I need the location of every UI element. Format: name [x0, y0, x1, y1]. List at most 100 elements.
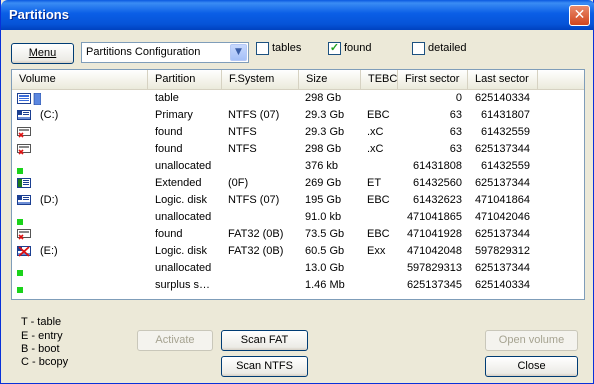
- menu-button[interactable]: Menu: [11, 43, 74, 64]
- column-header-size[interactable]: Size: [299, 70, 361, 89]
- table-row[interactable]: (E:) Logic. disk FAT32 (0B) 60.5 Gb Exx 47104…: [12, 243, 584, 260]
- table-row[interactable]: Extended (0F) 269 Gb ET 61432560 625137344: [12, 175, 584, 192]
- legend-item: B - boot: [21, 343, 60, 355]
- cell-first: 597829313: [406, 262, 462, 274]
- cell-first: 63: [449, 109, 462, 121]
- cell-size: 91.0 kb: [305, 211, 342, 223]
- unallocated-icon: [17, 284, 30, 294]
- found-partition-icon: [17, 144, 31, 155]
- close-window-button[interactable]: ✕: [569, 5, 590, 26]
- table-row[interactable]: unallocated 376 kb 61431808 61432559: [12, 158, 584, 175]
- column-header-first-sector[interactable]: First sector: [398, 70, 468, 89]
- legend-item: E - entry: [21, 330, 63, 342]
- cell-fs: NTFS (07): [228, 194, 280, 206]
- drive-icon: [17, 195, 31, 205]
- configuration-value: Partitions Configuration: [86, 46, 201, 58]
- cell-fs: FAT32 (0B): [228, 228, 284, 240]
- cell-partition: found: [155, 228, 183, 240]
- cell-partition: unallocated: [155, 262, 212, 274]
- table-row[interactable]: table 298 Gb 0 625140334: [12, 90, 584, 107]
- table-row[interactable]: (D:) Logic. disk NTFS (07) 195 Gb EBC 6143262…: [12, 192, 584, 209]
- cell-first: 61432623: [413, 194, 462, 206]
- cell-first: 0: [455, 92, 462, 104]
- column-header-last-sector[interactable]: Last sector: [468, 70, 538, 89]
- cell-tebc: ET: [367, 177, 382, 189]
- chevron-down-icon[interactable]: ▼: [230, 44, 247, 61]
- cell-last: 597829312: [474, 245, 530, 257]
- cell-partition: unallocated: [155, 160, 212, 172]
- cell-size: 376 kb: [305, 160, 339, 172]
- column-header-tebc[interactable]: TEBC: [361, 70, 398, 89]
- cell-partition: unallocated: [155, 211, 212, 223]
- table-row[interactable]: surplus s… 1.46 Mb 625137345 625140334: [12, 277, 584, 294]
- cell-size: 1.46 Mb: [305, 279, 345, 291]
- table-row[interactable]: found FAT32 (0B) 73.5 Gb EBC 471041928 625137…: [12, 226, 584, 243]
- cell-size: 13.0 Gb: [305, 262, 345, 274]
- cell-partition: Logic. disk: [155, 245, 207, 257]
- column-header-volume[interactable]: Volume: [12, 70, 148, 89]
- tables-checkbox-label: tables: [272, 42, 302, 54]
- open-volume-button[interactable]: Open volume: [485, 330, 578, 351]
- extended-icon: [17, 178, 31, 188]
- cell-last: 625137344: [474, 177, 530, 189]
- table-row[interactable]: (C:) Primary NTFS (07) 29.3 Gb EBC 63 61431807: [12, 107, 584, 124]
- cell-last: 625137344: [474, 262, 530, 274]
- cell-size: 195 Gb: [305, 194, 342, 206]
- cell-fs: (0F): [228, 177, 249, 189]
- cell-partition: found: [155, 143, 183, 155]
- table-icon: [17, 92, 43, 106]
- cell-last: 61432559: [481, 160, 530, 172]
- activate-button[interactable]: Activate: [137, 330, 213, 351]
- column-header-fsystem[interactable]: F.System: [222, 70, 299, 89]
- cell-volume: (C:): [40, 109, 59, 121]
- unallocated-icon: [17, 267, 30, 277]
- cell-last: 61432559: [481, 126, 530, 138]
- table-row[interactable]: unallocated 13.0 Gb 597829313 625137344: [12, 260, 584, 277]
- legend-item: C - bcopy: [21, 356, 69, 368]
- configuration-select[interactable]: Partitions Configuration ▼: [81, 42, 249, 63]
- unallocated-icon: [17, 165, 30, 175]
- table-row[interactable]: found NTFS 29.3 Gb .xC 63 61432559: [12, 124, 584, 141]
- found-checkbox-label: found: [344, 42, 372, 54]
- found-checkbox-box[interactable]: ✓: [328, 42, 341, 55]
- detailed-checkbox-box[interactable]: [412, 42, 425, 55]
- list-header: Volume Partition F.System Size TEBC Firs…: [12, 70, 584, 90]
- cell-fs: FAT32 (0B): [228, 245, 284, 257]
- cell-partition: Logic. disk: [155, 194, 207, 206]
- close-button[interactable]: Close: [485, 356, 578, 377]
- cell-partition: Primary: [155, 109, 193, 121]
- cell-fs: NTFS: [228, 126, 257, 138]
- cell-last: 625137344: [474, 143, 530, 155]
- table-row[interactable]: found NTFS 298 Gb .xC 63 625137344: [12, 141, 584, 158]
- cell-volume: (E:): [40, 245, 58, 257]
- partitions-list[interactable]: Volume Partition F.System Size TEBC Firs…: [11, 69, 585, 300]
- window-title: Partitions: [9, 7, 69, 22]
- cell-first: 471042048: [406, 245, 462, 257]
- cell-tebc: .xC: [367, 143, 384, 155]
- cell-last: 625140334: [474, 279, 530, 291]
- cell-tebc: Exx: [367, 245, 386, 257]
- cell-size: 298 Gb: [305, 143, 342, 155]
- column-header-partition[interactable]: Partition: [148, 70, 222, 89]
- table-row[interactable]: unallocated 91.0 kb 471041865 471042046: [12, 209, 584, 226]
- cell-size: 60.5 Gb: [305, 245, 345, 257]
- cell-size: 29.3 Gb: [305, 126, 345, 138]
- cell-last: 625140334: [474, 92, 530, 104]
- cell-fs: NTFS (07): [228, 109, 280, 121]
- scan-ntfs-button[interactable]: Scan NTFS: [221, 356, 308, 377]
- cell-last: 61431807: [481, 109, 530, 121]
- cell-volume: (D:): [40, 194, 59, 206]
- tables-checkbox-box[interactable]: [256, 42, 269, 55]
- drive-icon: [17, 110, 31, 120]
- partitions-window: Partitions ✕ Menu Partitions Configurati…: [0, 0, 594, 384]
- cell-partition: table: [155, 92, 179, 104]
- cell-first: 625137345: [406, 279, 462, 291]
- cell-first: 63: [449, 143, 462, 155]
- scan-fat-button[interactable]: Scan FAT: [221, 330, 308, 351]
- title-bar[interactable]: Partitions ✕: [1, 0, 594, 30]
- cell-partition: surplus s…: [155, 279, 211, 291]
- legend-item: T - table: [21, 316, 62, 328]
- menu-button-label: Menu: [28, 47, 57, 59]
- cell-first: 471041928: [406, 228, 462, 240]
- cell-partition: Extended: [155, 177, 202, 189]
